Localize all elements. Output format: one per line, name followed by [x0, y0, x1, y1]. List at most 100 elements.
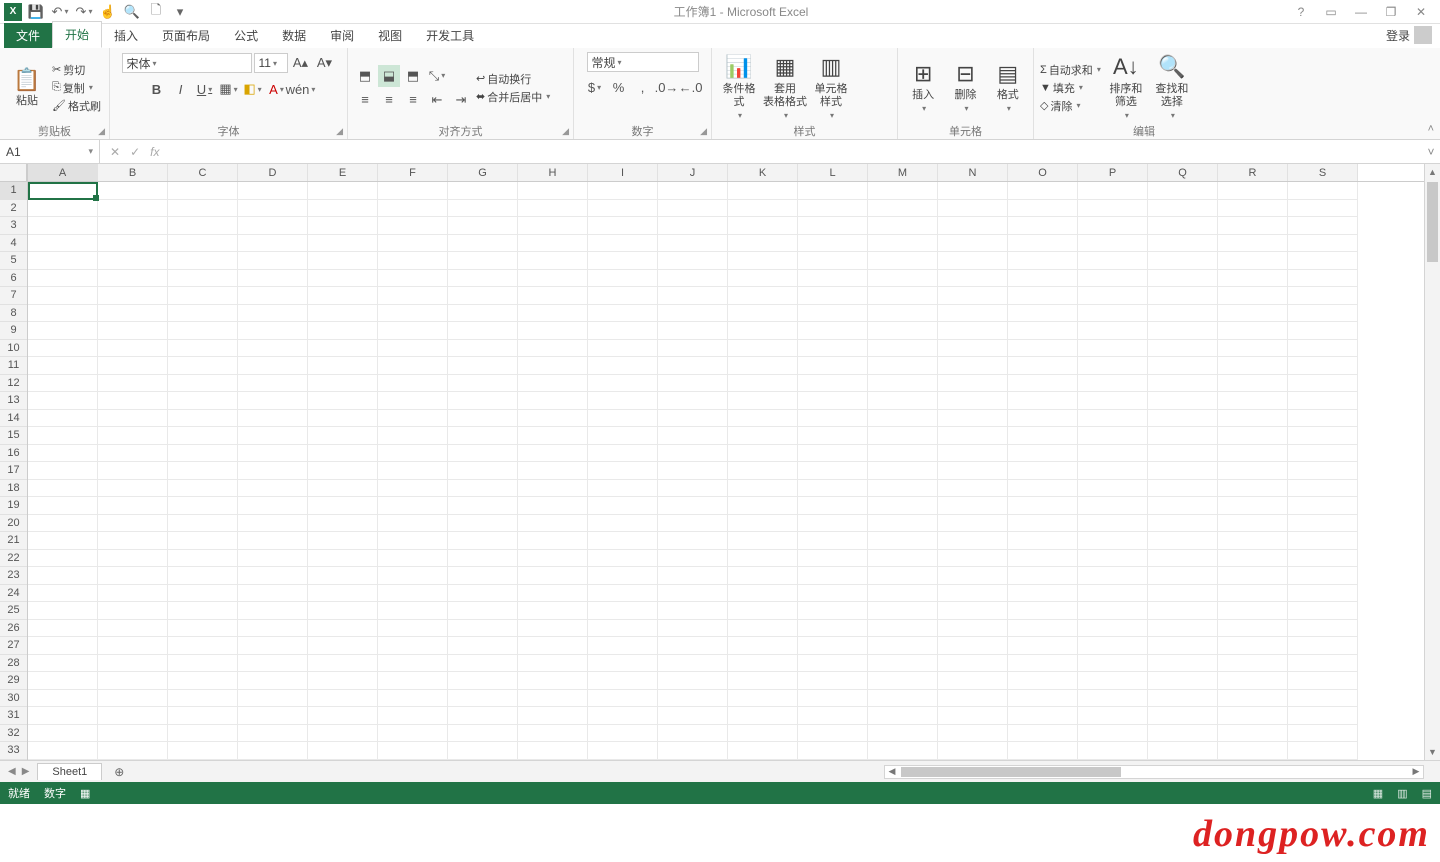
- cell[interactable]: [798, 707, 868, 725]
- cell[interactable]: [1148, 252, 1218, 270]
- cell[interactable]: [28, 725, 98, 743]
- cell[interactable]: [728, 672, 798, 690]
- cell[interactable]: [1008, 515, 1078, 533]
- cell[interactable]: [588, 515, 658, 533]
- cell[interactable]: [238, 427, 308, 445]
- cell[interactable]: [798, 672, 868, 690]
- cell[interactable]: [728, 270, 798, 288]
- help-icon[interactable]: ?: [1292, 5, 1310, 19]
- cell[interactable]: [448, 620, 518, 638]
- cell[interactable]: [588, 550, 658, 568]
- cell[interactable]: [1148, 725, 1218, 743]
- cell[interactable]: [378, 287, 448, 305]
- align-right-icon[interactable]: ≡: [402, 89, 424, 111]
- cell[interactable]: [798, 410, 868, 428]
- row-header-31[interactable]: 31: [0, 707, 27, 725]
- cell[interactable]: [308, 305, 378, 323]
- cell[interactable]: [1288, 305, 1358, 323]
- cell[interactable]: [168, 357, 238, 375]
- cell[interactable]: [1288, 462, 1358, 480]
- cell[interactable]: [28, 532, 98, 550]
- cell[interactable]: [728, 515, 798, 533]
- cell[interactable]: [28, 427, 98, 445]
- cell[interactable]: [728, 742, 798, 760]
- expand-formula-bar-icon[interactable]: ˅: [1422, 145, 1440, 159]
- qat-customize-icon[interactable]: ▾: [170, 2, 190, 22]
- cell[interactable]: [938, 305, 1008, 323]
- delete-cells-button[interactable]: ⊟删除: [946, 61, 984, 114]
- cell[interactable]: [238, 655, 308, 673]
- cell[interactable]: [238, 340, 308, 358]
- row-header-13[interactable]: 13: [0, 392, 27, 410]
- cell[interactable]: [728, 550, 798, 568]
- cell[interactable]: [378, 480, 448, 498]
- cell[interactable]: [1148, 217, 1218, 235]
- cell[interactable]: [588, 270, 658, 288]
- cell[interactable]: [1218, 410, 1288, 428]
- cell[interactable]: [168, 672, 238, 690]
- cell[interactable]: [938, 672, 1008, 690]
- cell[interactable]: [238, 707, 308, 725]
- cell[interactable]: [518, 550, 588, 568]
- cell[interactable]: [938, 690, 1008, 708]
- column-header-H[interactable]: H: [518, 164, 588, 181]
- cell[interactable]: [1288, 602, 1358, 620]
- cell[interactable]: [1218, 340, 1288, 358]
- cell[interactable]: [518, 462, 588, 480]
- cell[interactable]: [98, 392, 168, 410]
- cell[interactable]: [1218, 620, 1288, 638]
- cell[interactable]: [1078, 480, 1148, 498]
- font-size-select[interactable]: 11: [254, 53, 288, 73]
- cell[interactable]: [448, 357, 518, 375]
- cell[interactable]: [938, 410, 1008, 428]
- cell[interactable]: [168, 252, 238, 270]
- cell[interactable]: [938, 480, 1008, 498]
- cell[interactable]: [378, 672, 448, 690]
- cell[interactable]: [1008, 742, 1078, 760]
- cell[interactable]: [1008, 235, 1078, 253]
- cell[interactable]: [28, 410, 98, 428]
- cell[interactable]: [1148, 690, 1218, 708]
- cell[interactable]: [1148, 515, 1218, 533]
- cell[interactable]: [868, 707, 938, 725]
- scroll-up-icon[interactable]: ▲: [1425, 164, 1440, 180]
- cell[interactable]: [1218, 357, 1288, 375]
- cell[interactable]: [938, 357, 1008, 375]
- cell[interactable]: [98, 182, 168, 200]
- cell[interactable]: [28, 287, 98, 305]
- cell[interactable]: [238, 357, 308, 375]
- cell[interactable]: [938, 497, 1008, 515]
- cell[interactable]: [28, 637, 98, 655]
- cell[interactable]: [1078, 690, 1148, 708]
- row-header-28[interactable]: 28: [0, 655, 27, 673]
- cell[interactable]: [658, 217, 728, 235]
- cell[interactable]: [518, 725, 588, 743]
- cell[interactable]: [728, 182, 798, 200]
- cell[interactable]: [378, 567, 448, 585]
- tab-developer[interactable]: 开发工具: [414, 23, 486, 48]
- cell[interactable]: [28, 217, 98, 235]
- cell[interactable]: [1008, 707, 1078, 725]
- cell[interactable]: [378, 270, 448, 288]
- cell[interactable]: [448, 725, 518, 743]
- cell[interactable]: [938, 445, 1008, 463]
- cell[interactable]: [28, 375, 98, 393]
- tab-review[interactable]: 审阅: [318, 23, 366, 48]
- align-center-icon[interactable]: ≡: [378, 89, 400, 111]
- cell[interactable]: [1008, 637, 1078, 655]
- cell[interactable]: [518, 620, 588, 638]
- cell[interactable]: [308, 270, 378, 288]
- row-header-19[interactable]: 19: [0, 497, 27, 515]
- cell[interactable]: [98, 305, 168, 323]
- cell[interactable]: [868, 445, 938, 463]
- column-header-C[interactable]: C: [168, 164, 238, 181]
- cell[interactable]: [798, 182, 868, 200]
- cell[interactable]: [518, 690, 588, 708]
- cell[interactable]: [518, 375, 588, 393]
- cell[interactable]: [1218, 532, 1288, 550]
- cell[interactable]: [798, 235, 868, 253]
- cell[interactable]: [308, 497, 378, 515]
- cell[interactable]: [1008, 182, 1078, 200]
- cell[interactable]: [868, 252, 938, 270]
- cell[interactable]: [868, 585, 938, 603]
